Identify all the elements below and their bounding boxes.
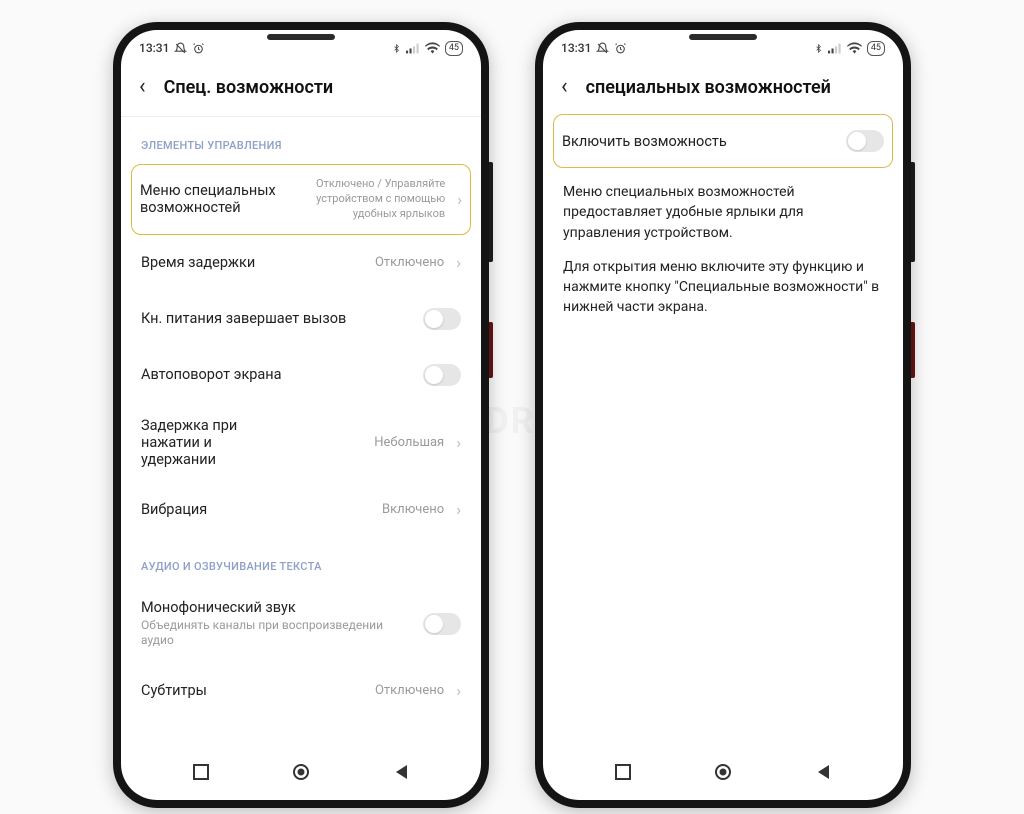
row-label: Задержка при нажатии и удержании: [141, 417, 288, 468]
row-value: Отключено: [375, 683, 444, 698]
description-paragraph-2: Для открытия меню включите эту функцию и…: [555, 243, 891, 318]
row-value: Отключено / Управляйте устройством с пом…: [290, 177, 445, 222]
nav-bar: [121, 750, 481, 800]
row-vibration[interactable]: Вибрация Включено ›: [133, 482, 469, 538]
dnd-icon: [596, 42, 609, 55]
bluetooth-icon: [392, 42, 401, 55]
back-nav-button[interactable]: [390, 761, 412, 783]
back-button[interactable]: ‹: [561, 76, 568, 98]
row-power-end-call[interactable]: Кн. питания завершает вызов: [133, 291, 469, 347]
status-bar: 13:31 45: [121, 30, 481, 62]
chevron-right-icon: ›: [457, 190, 462, 209]
signal-icon: [406, 43, 420, 54]
clock: 13:31: [139, 41, 169, 55]
row-mono-audio[interactable]: Монофонический звук Объединять каналы пр…: [133, 585, 469, 663]
phone-right: 13:31 45 ‹ специальных возможностей Вклю…: [535, 22, 911, 808]
row-touch-hold-delay[interactable]: Задержка при нажатии и удержании Небольш…: [133, 403, 469, 482]
nav-bar: [543, 750, 903, 800]
row-label: Субтитры: [141, 682, 365, 699]
row-value: Включено: [382, 502, 444, 517]
battery-indicator: 45: [867, 41, 885, 56]
chevron-right-icon: ›: [456, 681, 461, 700]
settings-list: ЭЛЕМЕНТЫ УПРАВЛЕНИЯ Меню специальных воз…: [121, 117, 481, 750]
volume-button: [911, 162, 915, 262]
power-button: [911, 322, 915, 378]
power-button: [489, 322, 493, 378]
row-label: Меню специальных возможностей: [140, 182, 280, 216]
description-paragraph-1: Меню специальных возможностей предоставл…: [555, 168, 891, 243]
row-subtitles[interactable]: Субтитры Отключено ›: [133, 663, 469, 719]
row-label: Монофонический звук: [141, 599, 413, 616]
section-header-controls: ЭЛЕМЕНТЫ УПРАВЛЕНИЯ: [133, 117, 469, 164]
bluetooth-icon: [814, 42, 823, 55]
row-delay-time[interactable]: Время задержки Отключено ›: [133, 235, 469, 291]
volume-button: [489, 162, 493, 262]
row-sublabel: Объединять каналы при воспроизведении ау…: [141, 618, 413, 649]
dnd-icon: [174, 42, 187, 55]
page-title: специальных возможностей: [586, 77, 831, 98]
back-button[interactable]: ‹: [139, 76, 146, 98]
toggle-switch[interactable]: [423, 613, 461, 635]
alarm-icon: [614, 42, 627, 55]
header: ‹ специальных возможностей: [543, 62, 903, 108]
header: ‹ Спец. возможности: [121, 62, 481, 108]
home-button[interactable]: [712, 761, 734, 783]
wifi-icon: [847, 42, 862, 54]
alarm-icon: [192, 42, 205, 55]
content-area: Включить возможность Меню специальных во…: [543, 108, 903, 750]
back-nav-button[interactable]: [812, 761, 834, 783]
toggle-switch[interactable]: [846, 130, 884, 152]
row-value: Отключено: [375, 255, 444, 270]
row-autorotate[interactable]: Автоповорот экрана: [133, 347, 469, 403]
clock: 13:31: [561, 41, 591, 55]
toggle-switch[interactable]: [423, 364, 461, 386]
phone-left: 13:31 45 ‹ Спец. возможности ЭЛЕМЕНТЫ УП…: [113, 22, 489, 808]
row-label: Кн. питания завершает вызов: [141, 310, 413, 327]
row-value: Небольшая: [298, 435, 445, 450]
row-enable-feature[interactable]: Включить возможность: [553, 114, 893, 168]
row-accessibility-menu[interactable]: Меню специальных возможностей Отключено …: [131, 164, 471, 235]
screen-left: 13:31 45 ‹ Спец. возможности ЭЛЕМЕНТЫ УП…: [121, 30, 481, 800]
status-bar: 13:31 45: [543, 30, 903, 62]
recents-button[interactable]: [190, 761, 212, 783]
battery-indicator: 45: [445, 41, 463, 56]
home-button[interactable]: [290, 761, 312, 783]
signal-icon: [828, 43, 842, 54]
page-title: Спец. возможности: [164, 77, 334, 98]
row-label: Включить возможность: [562, 133, 836, 150]
screen-right: 13:31 45 ‹ специальных возможностей Вклю…: [543, 30, 903, 800]
chevron-right-icon: ›: [456, 253, 461, 272]
row-label: Вибрация: [141, 501, 372, 518]
wifi-icon: [425, 42, 440, 54]
row-label: Автоповорот экрана: [141, 366, 413, 383]
toggle-switch[interactable]: [423, 308, 461, 330]
chevron-right-icon: ›: [456, 500, 461, 519]
row-label: Время задержки: [141, 254, 365, 271]
section-header-audio: АУДИО И ОЗВУЧИВАНИЕ ТЕКСТА: [133, 538, 469, 585]
recents-button[interactable]: [612, 761, 634, 783]
chevron-right-icon: ›: [456, 433, 461, 452]
